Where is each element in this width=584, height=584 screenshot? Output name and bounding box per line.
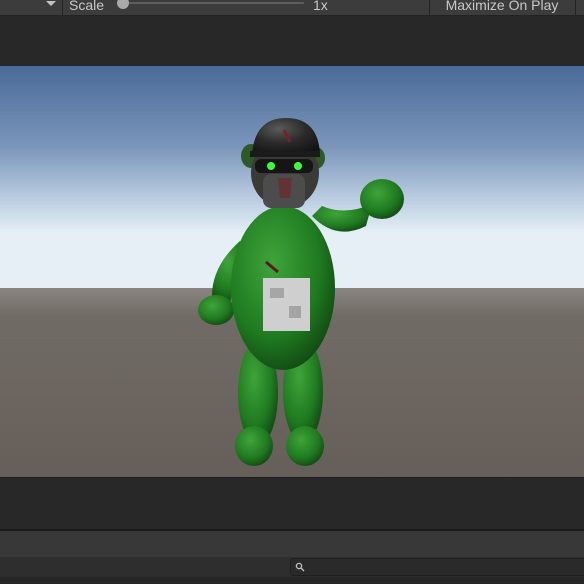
game-viewport[interactable] (0, 66, 584, 477)
viewport-letterbox-bottom (0, 477, 584, 530)
search-icon (295, 562, 305, 572)
scale-slider-track[interactable] (124, 2, 304, 4)
search-input[interactable] (290, 558, 584, 576)
chevron-down-icon[interactable] (45, 0, 57, 8)
game-view-toolbar: Scale 1x Maximize On Play (0, 0, 584, 16)
toolbar-separator (62, 0, 63, 15)
zoom-value: 1x (313, 0, 328, 13)
scale-label: Scale (69, 0, 105, 13)
scale-slider-thumb[interactable] (117, 0, 129, 9)
maximize-on-play-button[interactable]: Maximize On Play (431, 0, 573, 14)
toolbar-separator (429, 0, 430, 15)
project-panel-tabbar (0, 531, 584, 557)
toolbar-separator (575, 0, 576, 15)
footer-strip (0, 577, 584, 584)
viewport-letterbox-top (0, 16, 584, 66)
game-scene (0, 66, 584, 477)
